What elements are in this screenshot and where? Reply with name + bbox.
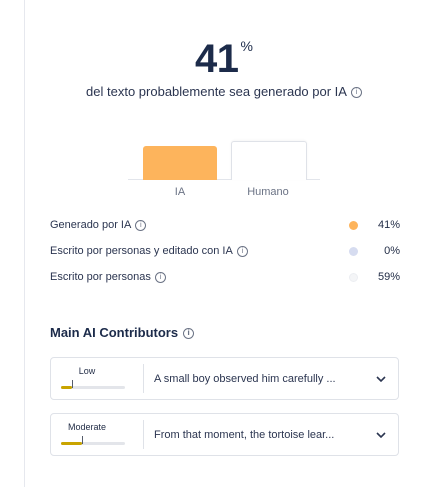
- info-icon[interactable]: i: [154, 271, 166, 283]
- info-icon[interactable]: i: [183, 328, 195, 340]
- level-indicator: Low: [51, 358, 143, 399]
- breakdown-label: Generado por IA i: [50, 219, 349, 231]
- level-indicator: Moderate: [51, 414, 143, 455]
- legend-dot-ai: [349, 220, 358, 230]
- chevron-down-icon[interactable]: [364, 431, 398, 438]
- legend-dot-edited: [349, 246, 358, 256]
- chevron-down-icon[interactable]: [364, 375, 398, 382]
- breakdown-label: Escrito por personas i: [50, 271, 349, 283]
- score-display: 41 %: [25, 36, 423, 82]
- level-label: Moderate: [67, 422, 107, 432]
- breakdown-value: 41%: [377, 219, 400, 231]
- category-label-ia: IA: [174, 186, 186, 198]
- ai-detection-panel: 41 % del texto probablemente sea generad…: [25, 0, 423, 487]
- level-fill: [61, 386, 72, 389]
- info-icon[interactable]: i: [350, 87, 362, 99]
- breakdown-row-ai: Generado por IA i 41%: [50, 212, 400, 238]
- info-icon[interactable]: i: [236, 245, 248, 257]
- breakdown-list: Generado por IA i 41% Escrito por persona…: [50, 212, 400, 290]
- level-marker: [82, 436, 83, 444]
- breakdown-row-edited: Escrito por personas y editado con IA i 0…: [50, 238, 400, 264]
- legend-dot-human: [349, 272, 358, 282]
- breakdown-value: 59%: [377, 271, 400, 283]
- contributor-card[interactable]: Moderate From that moment, the tortoise …: [50, 413, 399, 456]
- level-marker: [72, 380, 73, 388]
- ai-human-bar-chart: IA Humano: [128, 140, 320, 200]
- breakdown-value: 0%: [384, 245, 400, 257]
- level-label: Low: [78, 366, 96, 376]
- score-subtitle: del texto probablemente sea generado por…: [25, 84, 423, 99]
- info-icon[interactable]: i: [135, 219, 147, 231]
- level-fill: [61, 442, 82, 445]
- bar-ia: [143, 146, 217, 180]
- breakdown-row-human: Escrito por personas i 59%: [50, 264, 400, 290]
- contributor-excerpt: A small boy observed him carefully ...: [154, 372, 336, 385]
- contributors-title: Main AI Contributors i: [50, 325, 195, 340]
- ai-percent-sign: %: [240, 38, 253, 54]
- bar-humano: [231, 141, 307, 180]
- score-subtitle-text: del texto probablemente sea generado por…: [86, 84, 347, 99]
- category-label-humano: Humano: [247, 186, 289, 198]
- contributor-card[interactable]: Low A small boy observed him carefully .…: [50, 357, 399, 400]
- ai-percent-value: 41: [195, 37, 239, 81]
- contributor-excerpt: From that moment, the tortoise lear...: [154, 428, 335, 441]
- level-track: [61, 442, 125, 445]
- breakdown-label: Escrito por personas y editado con IA i: [50, 245, 349, 257]
- level-track: [61, 386, 125, 389]
